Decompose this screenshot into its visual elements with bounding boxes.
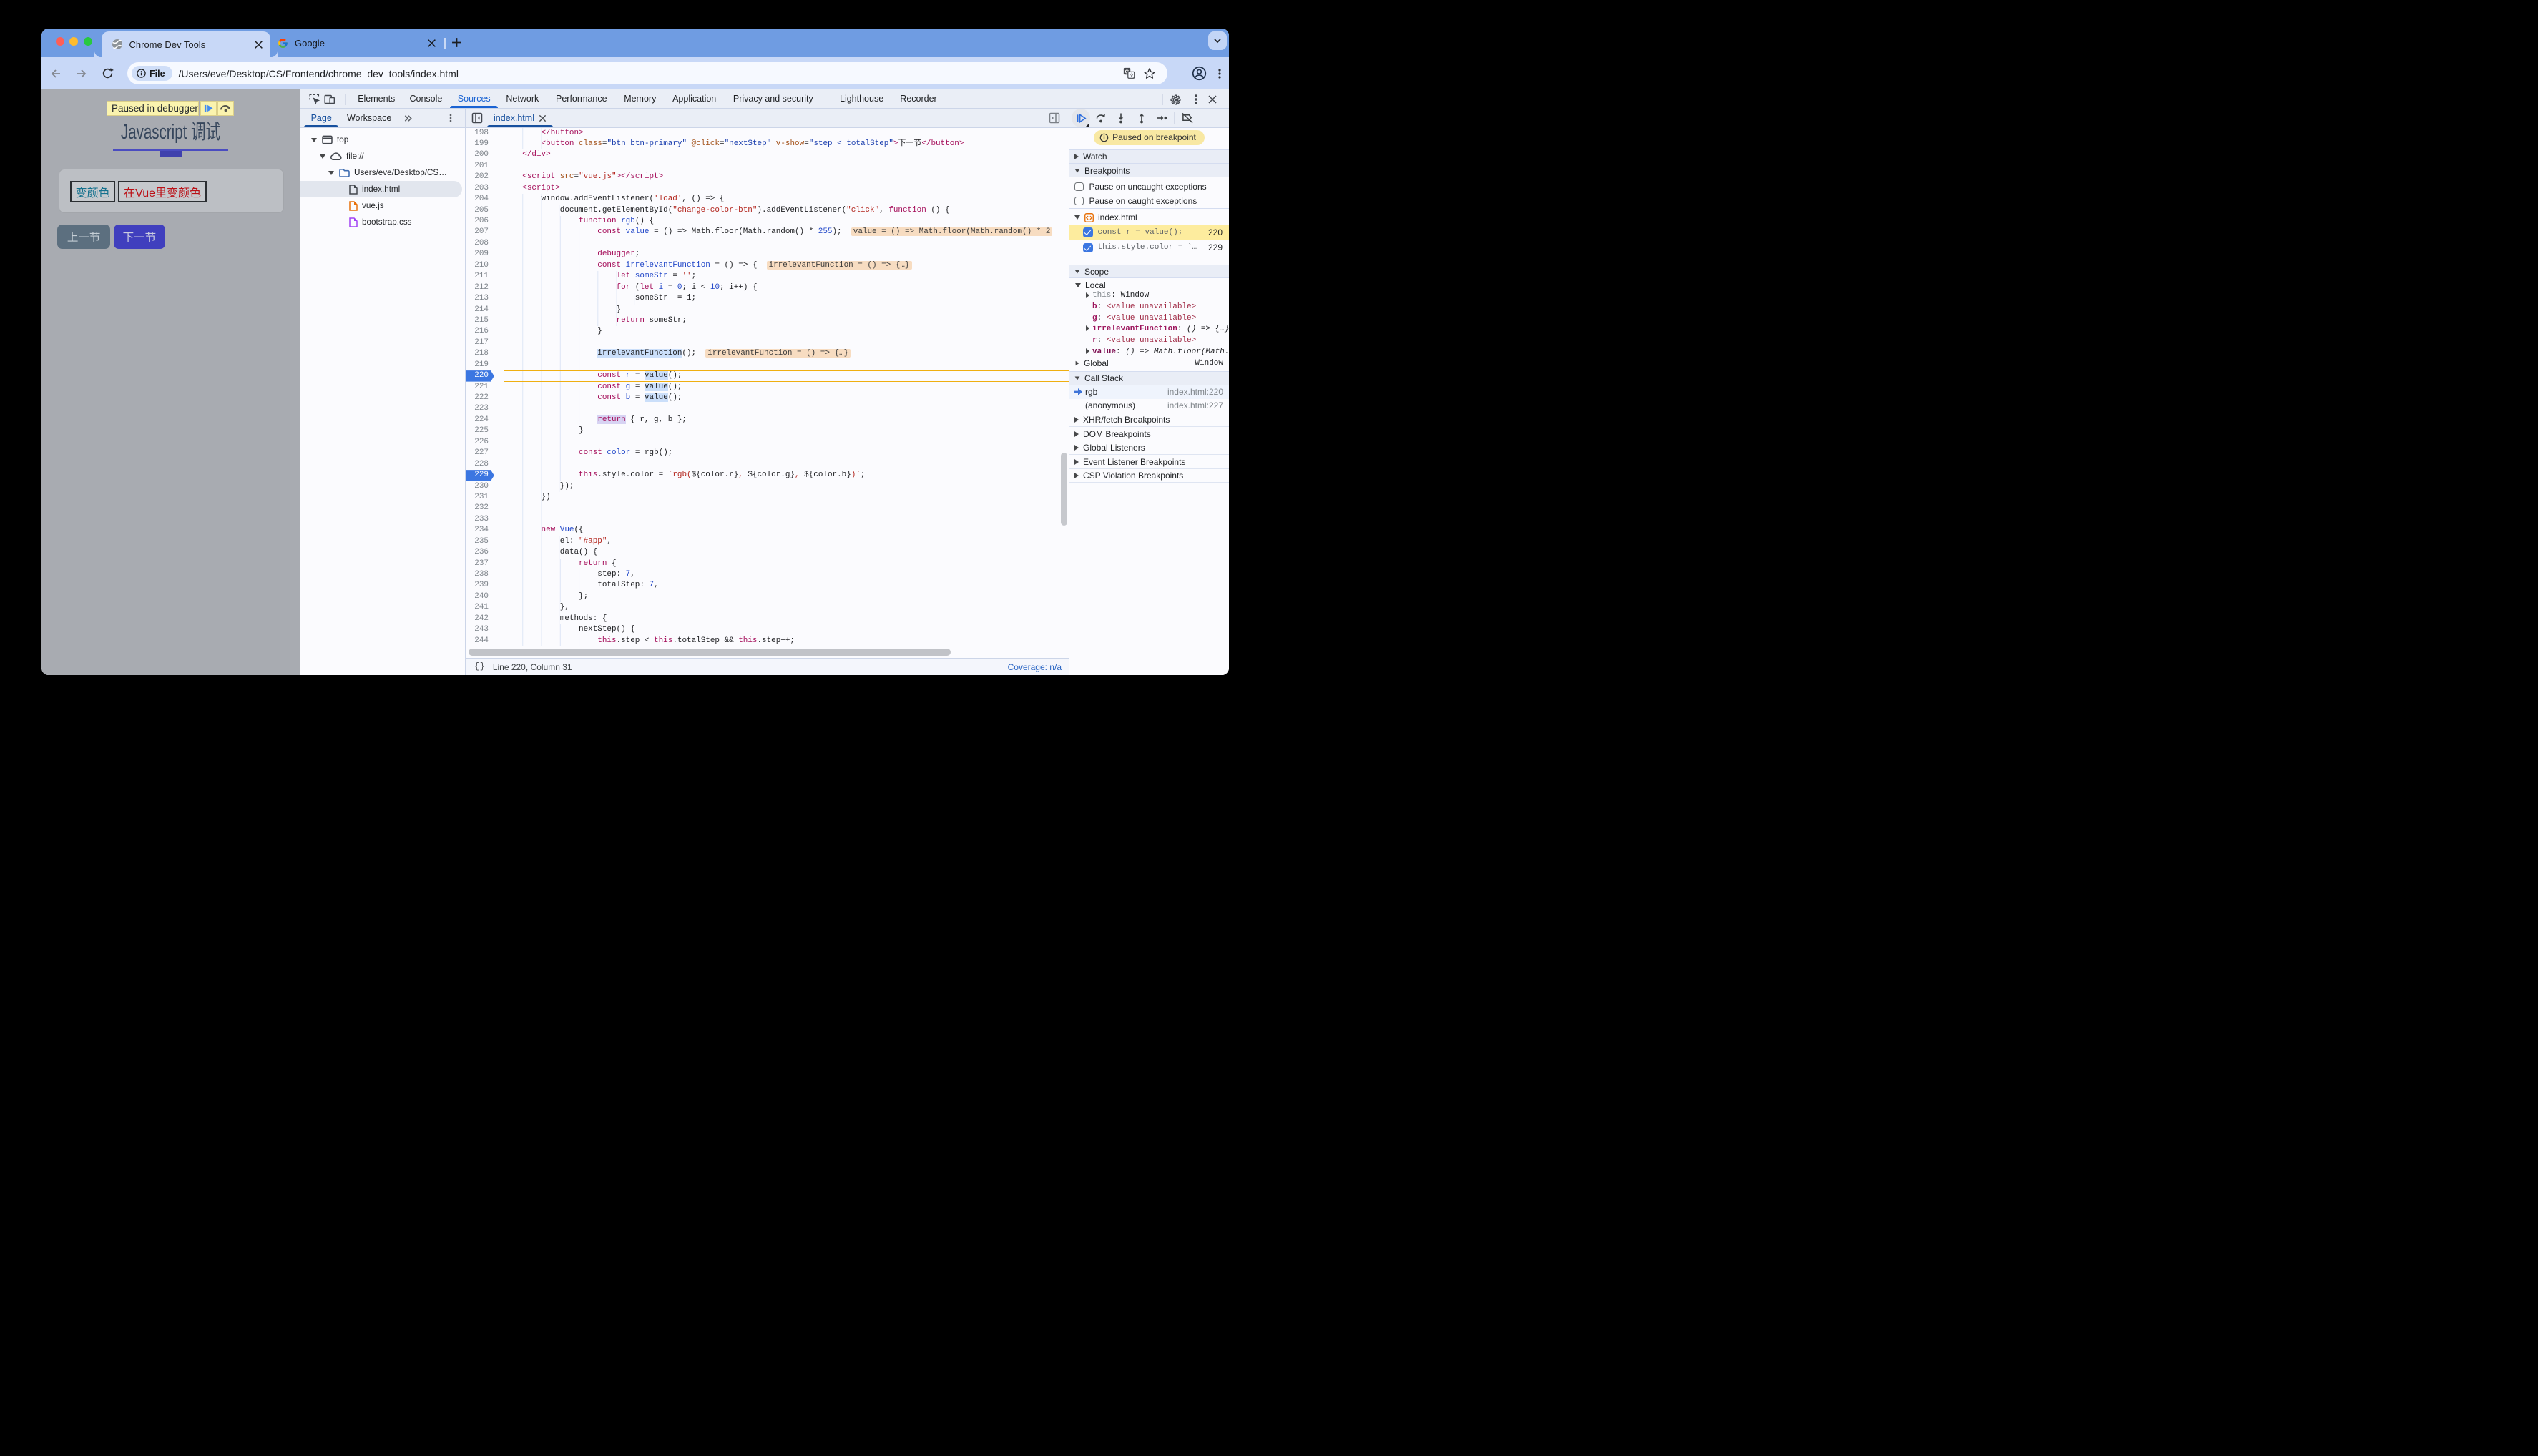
- svg-text:文: 文: [1130, 72, 1135, 79]
